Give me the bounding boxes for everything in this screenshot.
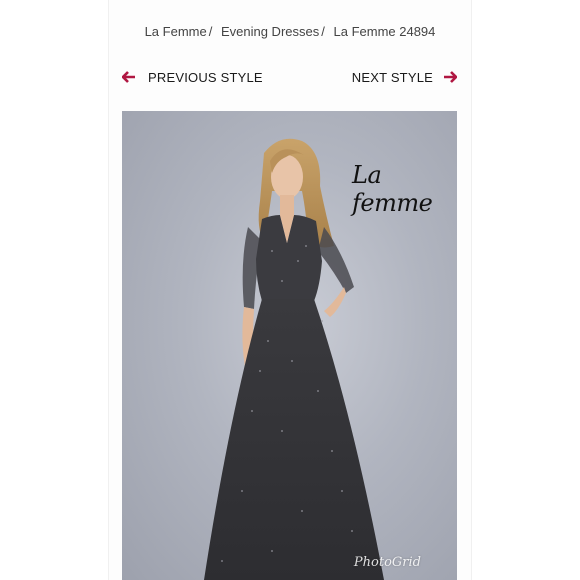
next-style-label: NEXT STYLE — [351, 69, 433, 85]
previous-style-label: PREVIOUS STYLE — [148, 69, 263, 85]
brand-logo: La femme — [352, 161, 433, 217]
previous-style-link[interactable]: PREVIOUS STYLE — [122, 70, 263, 85]
photogrid-watermark: PhotoGrid — [353, 555, 421, 570]
arrow-right-icon — [444, 71, 457, 83]
next-style-link[interactable]: NEXT STYLE — [352, 70, 457, 85]
style-navigation: PREVIOUS STYLE NEXT STYLE — [122, 66, 457, 88]
breadcrumb: La Femme / Evening Dresses / La Femme 2489… — [0, 24, 580, 39]
arrow-left-icon — [122, 71, 135, 83]
product-photo[interactable]: La femme PhotoGrid — [122, 111, 457, 580]
breadcrumb-separator: / — [208, 24, 213, 39]
breadcrumb-item-category[interactable]: Evening Dresses — [221, 24, 319, 39]
breadcrumb-separator: / — [321, 24, 325, 39]
breadcrumb-item-brand[interactable]: La Femme — [145, 24, 207, 39]
breadcrumb-item-product: La Femme 24894 — [333, 24, 436, 39]
